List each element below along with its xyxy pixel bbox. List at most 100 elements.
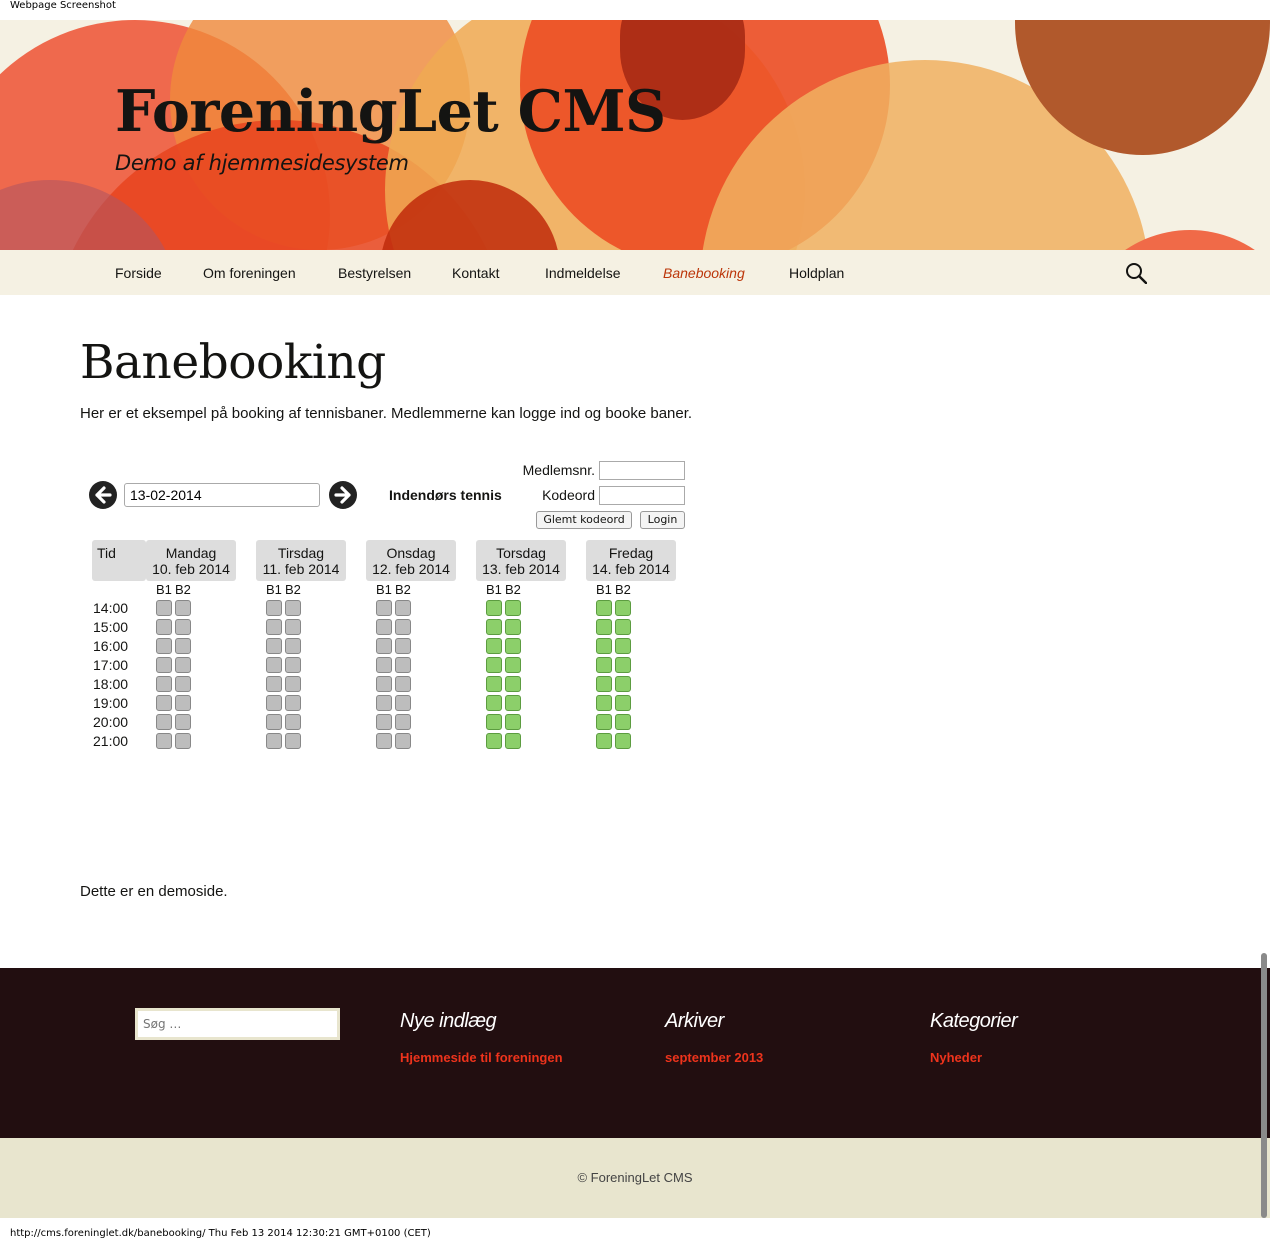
booking-slot[interactable] <box>615 733 631 749</box>
booking-slot[interactable] <box>505 714 521 730</box>
day-date: 13. feb 2014 <box>482 561 560 577</box>
booking-slot <box>156 695 172 711</box>
time-label: 20:00 <box>93 714 129 730</box>
booking-slot <box>395 714 411 730</box>
nav-item-forside[interactable]: Forside <box>115 265 162 281</box>
site-title[interactable]: ForeningLet CMS <box>115 78 666 145</box>
booking-slot[interactable] <box>505 638 521 654</box>
password-input[interactable] <box>599 486 685 505</box>
booking-slot[interactable] <box>596 733 612 749</box>
booking-slot[interactable] <box>596 600 612 616</box>
booking-slot[interactable] <box>486 619 502 635</box>
booking-slot[interactable] <box>486 733 502 749</box>
day-header-onsdag: Onsdag 12. feb 2014 <box>366 540 456 581</box>
booking-slot[interactable] <box>505 600 521 616</box>
booking-slot[interactable] <box>615 638 631 654</box>
widget-link-archive[interactable]: september 2013 <box>665 1050 763 1065</box>
member-number-input[interactable] <box>599 461 685 480</box>
day-header-torsdag: Torsdag 13. feb 2014 <box>476 540 566 581</box>
court-label: B1 <box>156 582 172 597</box>
login-button[interactable]: Login <box>640 511 685 529</box>
site-header: ForeningLet CMS Demo af hjemmesidesystem <box>0 20 1270 250</box>
widget-link-category[interactable]: Nyheder <box>930 1050 982 1065</box>
date-input[interactable] <box>124 483 320 507</box>
booking-slot <box>376 695 392 711</box>
court-label: B1 <box>596 582 612 597</box>
booking-slot[interactable] <box>596 676 612 692</box>
nav-item-kontakt[interactable]: Kontakt <box>452 265 499 281</box>
booking-slot[interactable] <box>505 733 521 749</box>
demo-text: Dette er en demoside. <box>80 883 228 900</box>
booking-slot <box>266 638 282 654</box>
booking-slot <box>156 676 172 692</box>
time-label: 15:00 <box>93 619 129 635</box>
booking-slot[interactable] <box>486 714 502 730</box>
nav-item-holdplan[interactable]: Holdplan <box>789 265 844 281</box>
booking-slot <box>156 619 172 635</box>
booking-slot[interactable] <box>596 695 612 711</box>
booking-slot[interactable] <box>615 695 631 711</box>
booking-slot <box>156 600 172 616</box>
time-label: 16:00 <box>93 638 129 654</box>
booking-slot <box>156 714 172 730</box>
court-label: B2 <box>615 582 631 597</box>
previous-date-button[interactable] <box>89 481 117 509</box>
forgot-password-button[interactable]: Glemt kodeord <box>536 511 632 529</box>
booking-slot <box>285 676 301 692</box>
scrollbar[interactable] <box>1261 953 1267 1218</box>
widget-title-arkiver: Arkiver <box>665 1010 724 1032</box>
booking-slot <box>285 657 301 673</box>
booking-slot[interactable] <box>486 600 502 616</box>
booking-slot <box>376 676 392 692</box>
nav-item-bestyrelsen[interactable]: Bestyrelsen <box>338 265 411 281</box>
arrow-left-icon <box>95 486 112 504</box>
booking-slot <box>285 695 301 711</box>
booking-slot <box>175 619 191 635</box>
booking-slot[interactable] <box>505 695 521 711</box>
booking-slot[interactable] <box>615 676 631 692</box>
nav-item-indmeldelse[interactable]: Indmeldelse <box>545 265 621 281</box>
booking-slot[interactable] <box>486 638 502 654</box>
footer-widgets: Nye indlæg Hjemmeside til foreningen Ark… <box>0 968 1270 1138</box>
booking-slot[interactable] <box>486 695 502 711</box>
nav-item-banebooking[interactable]: Banebooking <box>663 265 745 281</box>
booking-slot[interactable] <box>615 600 631 616</box>
booking-slot[interactable] <box>615 619 631 635</box>
booking-slot[interactable] <box>505 676 521 692</box>
booking-slot[interactable] <box>486 657 502 673</box>
court-label: B1 <box>376 582 392 597</box>
day-name: Fredag <box>608 545 654 561</box>
booking-slot[interactable] <box>615 657 631 673</box>
nav-item-om-foreningen[interactable]: Om foreningen <box>203 265 296 281</box>
booking-slot <box>175 733 191 749</box>
day-header-mandag: Mandag 10. feb 2014 <box>146 540 236 581</box>
arrow-right-icon <box>334 486 351 504</box>
booking-slot <box>376 638 392 654</box>
booking-slot[interactable] <box>596 714 612 730</box>
next-date-button[interactable] <box>329 481 357 509</box>
footer-search-input[interactable] <box>135 1008 340 1040</box>
day-name: Torsdag <box>496 545 546 561</box>
booking-slot[interactable] <box>505 657 521 673</box>
site-info: © ForeningLet CMS <box>0 1138 1270 1218</box>
booking-slot <box>376 714 392 730</box>
booking-slot[interactable] <box>596 657 612 673</box>
widget-link-post[interactable]: Hjemmeside til foreningen <box>400 1050 563 1065</box>
booking-slot[interactable] <box>596 638 612 654</box>
booking-slot[interactable] <box>486 676 502 692</box>
booking-slot[interactable] <box>505 619 521 635</box>
booking-slot <box>175 657 191 673</box>
booking-slot[interactable] <box>615 714 631 730</box>
password-label: Kodeord <box>542 487 595 503</box>
booking-slot[interactable] <box>596 619 612 635</box>
booking-slot <box>285 638 301 654</box>
booking-slot <box>285 600 301 616</box>
court-label: B2 <box>285 582 301 597</box>
search-icon[interactable] <box>1125 262 1147 284</box>
booking-slot <box>156 657 172 673</box>
day-header-fredag: Fredag 14. feb 2014 <box>586 540 676 581</box>
booking-slot <box>266 657 282 673</box>
booking-slot <box>266 733 282 749</box>
page-title: Banebooking <box>80 335 386 390</box>
booking-slot <box>285 714 301 730</box>
